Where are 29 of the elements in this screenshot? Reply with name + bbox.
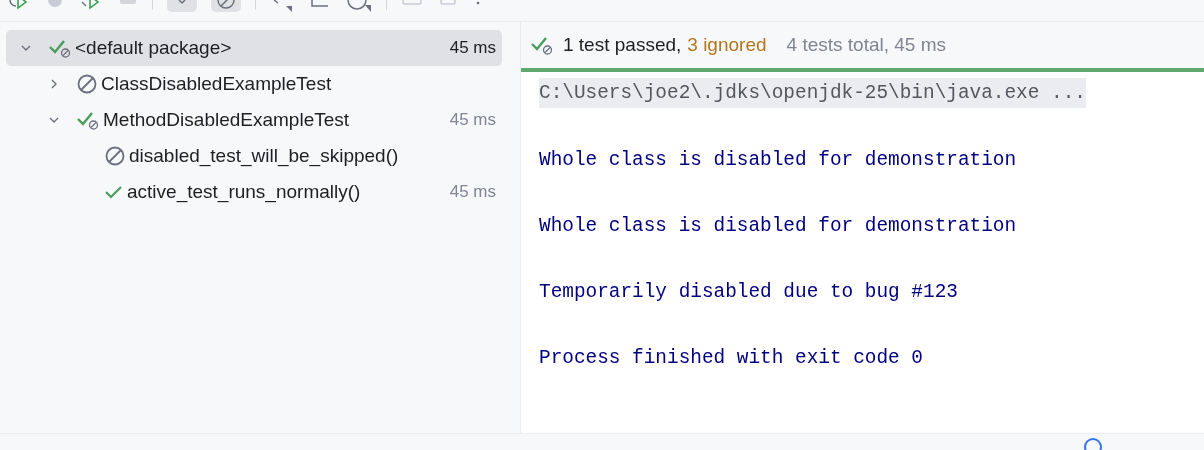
tree-row[interactable]: MethodDisabledExampleTest 45 ms [6, 102, 502, 138]
tree-row[interactable]: ClassDisabledExampleTest [6, 66, 502, 102]
passed-count: 1 test passed, [563, 34, 682, 56]
total-summary: 4 tests total, 45 ms [786, 34, 946, 56]
ignored-icon [76, 73, 98, 95]
test-name: active_test_runs_normally() [127, 181, 361, 203]
test-name: ClassDisabledExampleTest [101, 73, 332, 95]
check-ignored-icon [48, 38, 72, 58]
check-icon [104, 184, 124, 200]
test-duration: 45 ms [449, 110, 497, 130]
check-ignored-icon [76, 110, 100, 130]
tree-row[interactable]: disabled_test_will_be_skipped() [6, 138, 502, 174]
check-ignored-icon [530, 35, 554, 55]
tree-row[interactable]: active_test_runs_normally() 45 ms [6, 174, 502, 210]
ignored-icon [104, 145, 126, 167]
console-output: Whole class is disabled for demonstration [539, 148, 1017, 173]
test-name: MethodDisabledExampleTest [103, 109, 350, 131]
test-name: <default package> [75, 37, 232, 59]
ignored-icon [216, 0, 236, 10]
show-ignored-toggle[interactable] [211, 0, 241, 12]
tree-row[interactable]: <default package> 45 ms [6, 30, 502, 66]
console-output: Temporarily disabled due to bug #123 [539, 280, 958, 305]
test-duration: 45 ms [449, 38, 497, 58]
test-name: disabled_test_will_be_skipped() [129, 145, 399, 167]
console-output: Whole class is disabled for demonstration [539, 214, 1017, 239]
show-passed-toggle[interactable] [167, 0, 197, 12]
ignored-count: 3 ignored [687, 34, 767, 56]
test-duration: 45 ms [449, 182, 497, 202]
console-output: Process finished with exit code 0 [539, 346, 923, 371]
